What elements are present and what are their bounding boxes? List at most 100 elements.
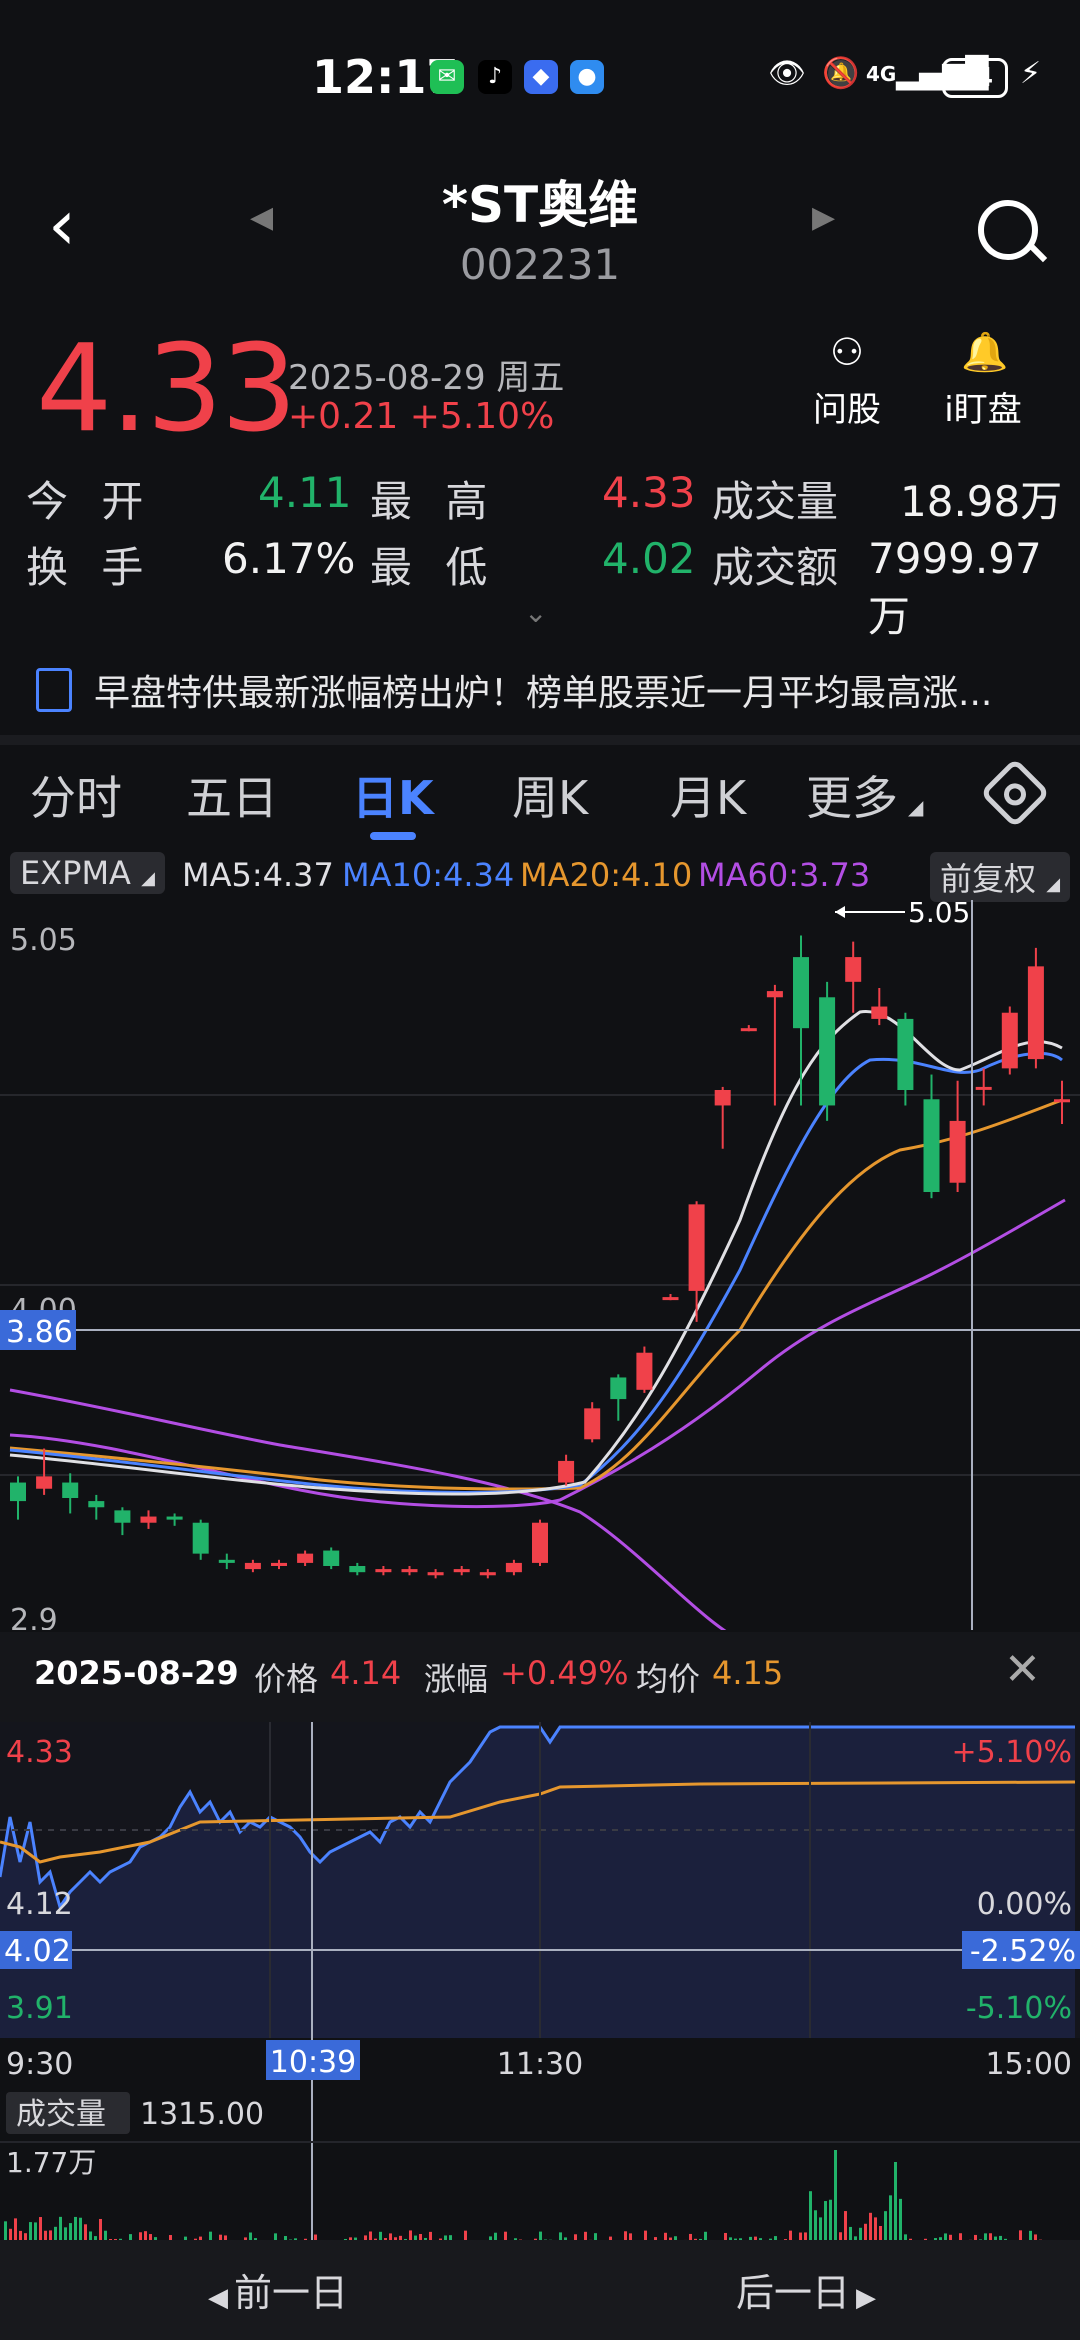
volume-bar (504, 2231, 507, 2240)
volume-bar (14, 2218, 17, 2240)
intraday-y-mid: 4.12 (6, 1887, 73, 1922)
right-arrow-icon: ▶ (856, 2283, 877, 2313)
turnover-label: 换 手 (26, 543, 154, 592)
max-price-label: 5.05 (908, 900, 970, 929)
candle-body (297, 1553, 314, 1563)
candle-body (714, 1090, 731, 1106)
tab-daily-k[interactable]: 日K (352, 762, 434, 828)
volume-max-label: 1.77万 (6, 2146, 96, 2179)
intraday-y-low: 3.91 (6, 1991, 73, 2026)
ma20-value: MA20:4.10 (520, 856, 693, 894)
volume-bar (139, 2232, 142, 2240)
intraday-pct-low: -5.10% (966, 1991, 1072, 2026)
watch-button[interactable]: 🔔 i盯盘 (928, 330, 1038, 431)
person-icon: ⚇ (829, 330, 865, 374)
volume-bar (799, 2232, 802, 2240)
current-price: 4.33 (36, 320, 297, 459)
high-label: 最 高 (370, 477, 498, 526)
candle-body (10, 1482, 26, 1502)
tab-monthly-k[interactable]: 月K (670, 762, 746, 828)
tab-five-day[interactable]: 五日 (186, 762, 278, 828)
candle-body (558, 1460, 575, 1483)
tab-weekly-k[interactable]: 周K (512, 762, 588, 828)
intraday-header: 2025-08-29 价格 4.14 涨幅 +0.49% 均价 4.15 ✕ (0, 1632, 1080, 1722)
volume-bar (104, 2230, 107, 2240)
volume-bar (44, 2230, 47, 2240)
tab-more[interactable]: 更多 ◢ (806, 762, 923, 828)
prev-day-button[interactable]: ◀ 前一日 (208, 2262, 348, 2317)
watch-label: i盯盘 (944, 390, 1022, 430)
candle-body (323, 1550, 340, 1566)
intraday-change: +0.49% (500, 1654, 629, 1692)
left-arrow-icon: ◀ (208, 2283, 228, 2313)
volume-bar (594, 2233, 597, 2240)
dropdown-icon: ◢ (908, 795, 924, 819)
adjust-label: 前复权 (940, 860, 1037, 898)
eye-icon: 👁 (768, 56, 807, 91)
candle-body (766, 991, 783, 998)
next-day-label: 后一日 (736, 2271, 851, 2315)
expma-selector[interactable]: EXPMA ◢ (10, 852, 165, 894)
candle-body (819, 997, 836, 1106)
volume-bar (804, 2232, 807, 2240)
volume-bar (409, 2230, 412, 2240)
candle-body (218, 1559, 235, 1563)
volume-bar (829, 2199, 832, 2240)
section-divider (0, 735, 1080, 745)
volume-bar (4, 2221, 7, 2240)
volume-bar (29, 2222, 32, 2240)
volume-bar (809, 2191, 812, 2240)
news-banner[interactable]: 早盘特供最新涨幅榜出炉！榜单股票近一月平均最高涨... (0, 648, 1080, 728)
volume-bar (944, 2233, 947, 2240)
volume-bar (869, 2212, 872, 2240)
candle-body (114, 1510, 131, 1523)
open-label: 今 开 (26, 477, 154, 526)
volume-bar (834, 2150, 837, 2240)
intraday-avg: 4.15 (712, 1654, 784, 1692)
volume-bar (464, 2230, 467, 2240)
candle-body (688, 1204, 705, 1291)
volume-bar (874, 2217, 877, 2240)
volume-bar (9, 2228, 12, 2240)
volume-bar (624, 2231, 627, 2240)
volume-bar (984, 2233, 987, 2240)
prev-day-label: 前一日 (234, 2271, 349, 2315)
adjust-selector[interactable]: 前复权 ◢ (930, 852, 1071, 902)
bell-icon: 🔔 (961, 330, 1009, 374)
ma10-line (9, 1051, 1063, 1494)
expand-chevron-icon[interactable]: ⌄ (524, 596, 547, 629)
search-icon[interactable] (978, 200, 1038, 260)
volume-bar (864, 2223, 867, 2240)
candle-body (845, 957, 862, 982)
volume-bar (1019, 2230, 1022, 2240)
volume-bar (49, 2230, 52, 2240)
ask-stock-button[interactable]: ⚇ 问股 (792, 330, 902, 431)
candle-body (793, 957, 809, 1029)
tab-intraday[interactable]: 分时 (30, 762, 122, 828)
quote-date: 2025-08-29 周五 (288, 358, 565, 398)
intraday-price: 4.14 (330, 1654, 402, 1692)
intraday-chart[interactable]: 4.33 4.12 3.91 +5.10% 0.00% -5.10% 4.02 … (0, 1722, 1080, 2240)
candle-body (610, 1377, 627, 1400)
kline-chart[interactable]: 5.05 4.00 2.9 3.86 5.05 (0, 900, 1080, 1630)
volume-bar (989, 2233, 992, 2240)
next-stock-icon[interactable]: ▶ (812, 200, 835, 235)
news-text: 早盘特供最新涨幅榜出炉！榜单股票近一月平均最高涨... (94, 673, 993, 714)
cursor-value: 3.86 (6, 1315, 73, 1350)
network-label: 4G (866, 62, 897, 86)
candle-body (140, 1516, 157, 1523)
volume-bar (39, 2217, 42, 2240)
next-day-button[interactable]: 后一日 ▶ (736, 2262, 876, 2317)
bottom-nav (0, 2240, 1080, 2340)
volume-bar (494, 2232, 497, 2240)
close-icon[interactable]: ✕ (1004, 1644, 1041, 1695)
volume-bar (74, 2216, 77, 2240)
cursor-price: 4.02 (4, 1934, 71, 1969)
volume-bar (249, 2232, 252, 2240)
volume-bar (899, 2198, 902, 2240)
tiktok-icon: ♪ (478, 60, 512, 94)
charging-icon: ⚡ (1020, 56, 1042, 91)
settings-icon[interactable] (979, 757, 1051, 829)
cursor-time: 10:39 (270, 2045, 356, 2080)
candle-body (453, 1569, 470, 1573)
